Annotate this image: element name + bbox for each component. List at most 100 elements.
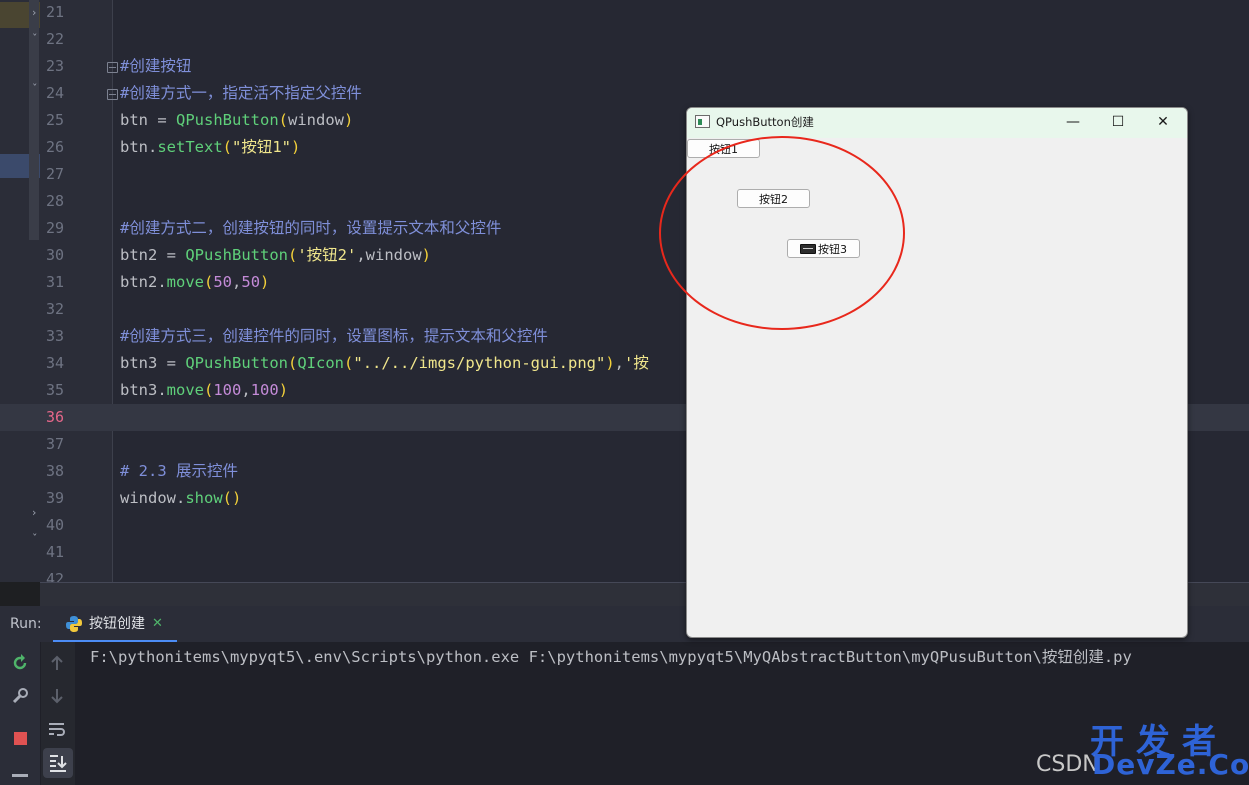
code-token: btn3: [120, 354, 167, 372]
line-number: 34: [46, 354, 65, 372]
code-token: QIcon: [297, 354, 345, 372]
line-number: 32: [46, 300, 65, 318]
code-token: QPushButton: [185, 354, 288, 372]
line-number: 31: [46, 273, 65, 291]
code-token: btn: [120, 111, 158, 129]
run-label: Run:: [10, 616, 42, 632]
code-token: #创建方式二，创建按钮的同时，设置提示文本和父控件: [120, 219, 502, 237]
fold-icon[interactable]: [107, 89, 118, 100]
code-token: (: [288, 354, 298, 372]
code-line[interactable]: 22: [0, 26, 1249, 53]
keyboard-icon: [800, 244, 816, 254]
code-token: (): [222, 489, 242, 507]
code-token: #创建方式三，创建控件的同时，设置图标，提示文本和父控件: [120, 327, 548, 345]
line-number: 23: [46, 57, 65, 75]
code-text: #创建方式一，指定活不指定父控件: [120, 80, 362, 107]
run-tab-label: 按钮创建: [89, 616, 145, 632]
scroll-to-end-icon: [50, 755, 67, 772]
code-token: btn3.: [120, 381, 167, 399]
code-token: window: [288, 111, 344, 129]
line-number: 41: [46, 543, 65, 561]
code-token: ): [605, 354, 615, 372]
soft-wrap-icon[interactable]: [48, 721, 66, 737]
code-token: "按钮1": [232, 138, 291, 156]
code-text: #创建方式二，创建按钮的同时，设置提示文本和父控件: [120, 215, 501, 242]
code-text: btn3 = QPushButton(QIcon("../../imgs/pyt…: [120, 350, 649, 377]
code-token: 50: [241, 273, 261, 291]
code-text: btn = QPushButton(window): [120, 107, 353, 134]
code-line[interactable]: 23 #创建按钮: [0, 53, 1249, 80]
code-token: ): [260, 273, 270, 291]
wrench-icon[interactable]: [11, 687, 29, 705]
run-toolbar-secondary: [41, 642, 75, 785]
line-number: 40: [46, 516, 65, 534]
close-icon[interactable]: ✕: [152, 606, 163, 642]
code-token: show: [185, 489, 223, 507]
code-token: QPushButton: [176, 111, 279, 129]
line-number: 29: [46, 219, 65, 237]
line-number: 39: [46, 489, 65, 507]
code-token: btn2.: [120, 273, 167, 291]
qt-window[interactable]: QPushButton创建 — ☐ ✕ 按钮1 按钮2 按钮3: [686, 107, 1188, 638]
arrow-down-icon[interactable]: [49, 687, 65, 705]
line-number: 30: [46, 246, 65, 264]
code-token: ): [278, 381, 289, 399]
code-token: =: [157, 111, 176, 129]
qt-button-2[interactable]: 按钮2: [737, 189, 810, 208]
line-number: 33: [46, 327, 65, 345]
code-token: move: [166, 273, 204, 291]
qt-window-title: QPushButton创建: [716, 115, 814, 129]
qt-button-1[interactable]: 按钮1: [687, 139, 760, 158]
code-token: ,: [232, 273, 242, 291]
line-number: 26: [46, 138, 65, 156]
line-number: 25: [46, 111, 65, 129]
fold-icon[interactable]: [107, 62, 118, 73]
minimize-icon[interactable]: —: [1051, 108, 1095, 136]
qt-button-3[interactable]: 按钮3: [787, 239, 860, 258]
layout-icon[interactable]: [12, 774, 28, 785]
line-number: 28: [46, 192, 65, 210]
code-token: ,: [241, 381, 251, 399]
code-token: #创建方式一，指定活不指定父控件: [120, 84, 362, 102]
code-token: (: [344, 354, 354, 372]
line-number: 22: [46, 30, 65, 48]
python-icon: [66, 616, 82, 632]
code-token: ): [344, 111, 354, 129]
code-token: "../../imgs/python-gui.png": [353, 354, 606, 372]
arrow-up-icon[interactable]: [49, 654, 65, 672]
code-line[interactable]: 21: [0, 0, 1249, 26]
code-text: # 2.3 展示控件: [120, 458, 238, 485]
run-toolbar-primary: [0, 642, 40, 785]
code-token: btn.: [120, 138, 158, 156]
code-text: btn2.move(50,50): [120, 269, 269, 296]
code-token: # 2.3 展示控件: [120, 462, 238, 480]
code-token: ,window: [356, 246, 422, 264]
qt-titlebar[interactable]: QPushButton创建 — ☐ ✕: [687, 108, 1187, 138]
code-token: ,: [614, 354, 625, 372]
code-token: 100: [250, 381, 279, 399]
code-text: #创建方式三，创建控件的同时，设置图标，提示文本和父控件: [120, 323, 548, 350]
code-token: '按: [624, 354, 649, 372]
console-output: F:\pythonitems\mypyqt5\.env\Scripts\pyth…: [90, 648, 1132, 666]
line-number: 36: [46, 408, 65, 426]
code-token: move: [166, 381, 204, 399]
stop-icon[interactable]: [14, 732, 27, 745]
code-text: #创建按钮: [120, 53, 191, 80]
code-text: btn.setText("按钮1"): [120, 134, 300, 161]
rerun-icon[interactable]: [11, 654, 29, 672]
watermark-devze: DevZe.CoM: [1092, 748, 1249, 781]
close-icon[interactable]: ✕: [1141, 108, 1185, 136]
scroll-to-end-button[interactable]: [43, 748, 73, 778]
code-token: ): [421, 246, 432, 264]
run-tab[interactable]: 按钮创建 ✕: [53, 606, 177, 642]
maximize-icon[interactable]: ☐: [1096, 108, 1140, 136]
line-number: 24: [46, 84, 65, 102]
code-token: btn2: [120, 246, 167, 264]
code-line[interactable]: 24 #创建方式一，指定活不指定父控件: [0, 80, 1249, 107]
code-token: (: [204, 381, 214, 399]
code-text: btn2 = QPushButton('按钮2',window): [120, 242, 431, 269]
qt-button-3-label: 按钮3: [818, 243, 847, 256]
code-token: QPushButton: [185, 246, 288, 264]
code-token: ): [291, 138, 301, 156]
code-text: btn3.move(100,100): [120, 377, 288, 404]
